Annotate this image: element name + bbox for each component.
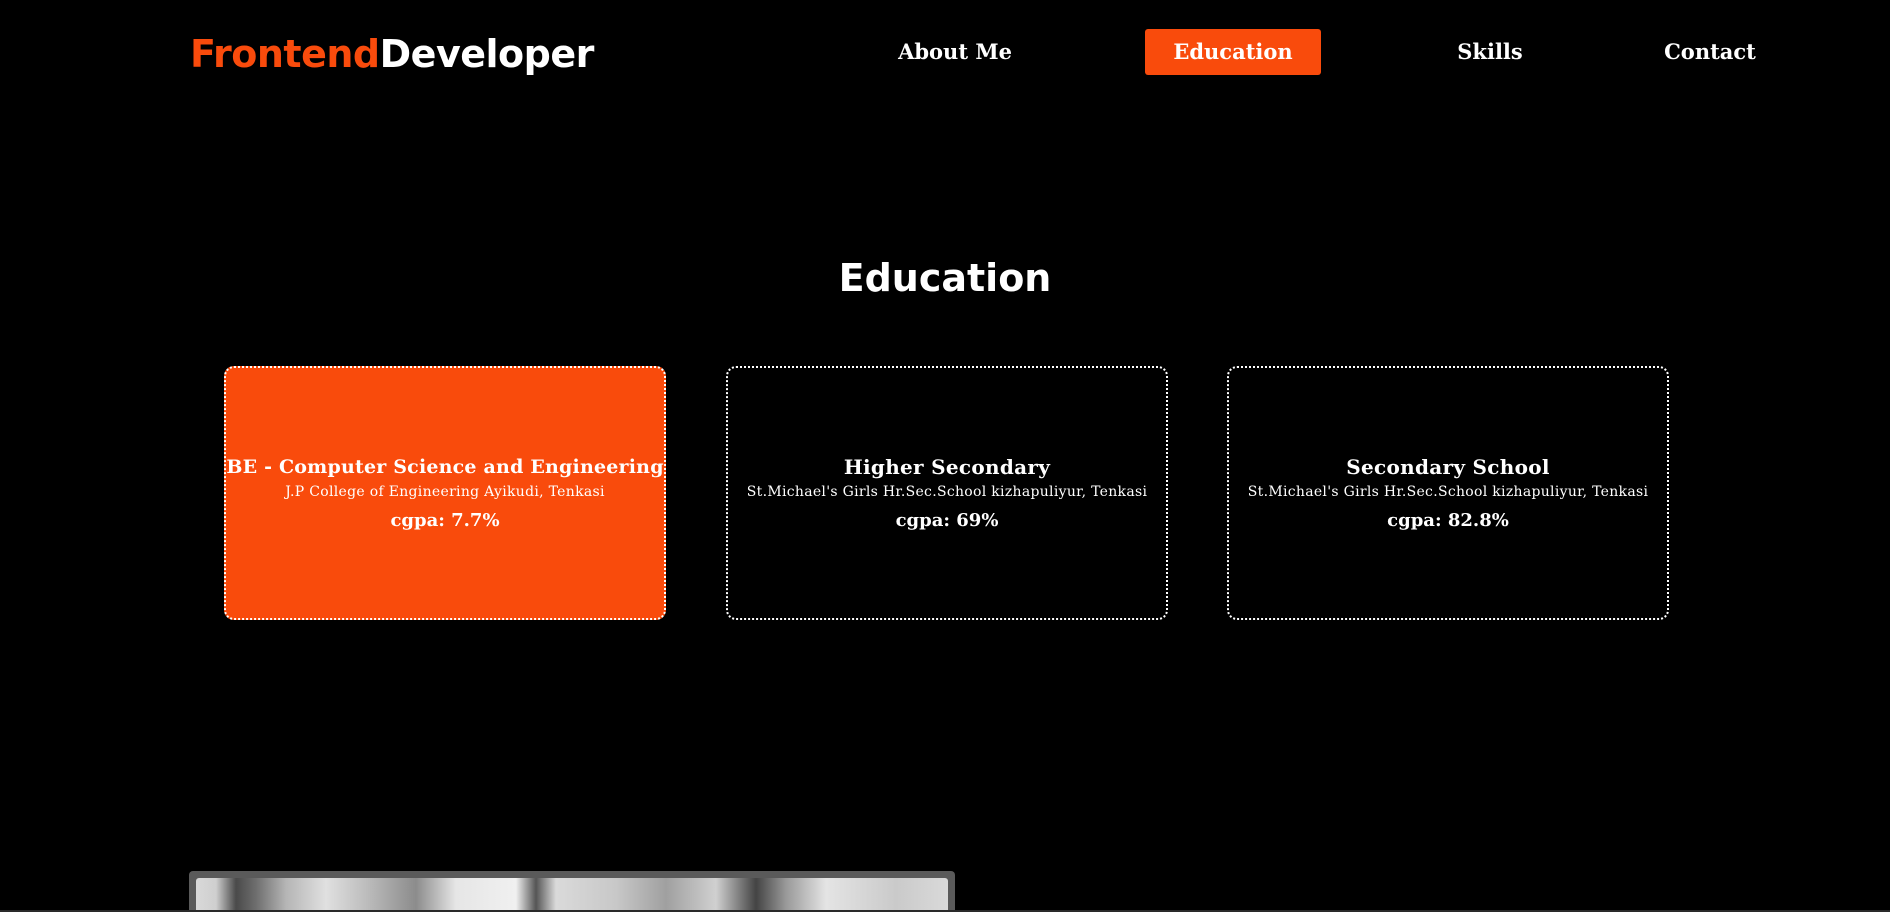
education-card-be[interactable]: BE - Computer Science and Engineering J.… (224, 366, 666, 620)
education-card-secondary-school[interactable]: Secondary School St.Michael's Girls Hr.S… (1227, 366, 1669, 620)
nav-education[interactable]: Education (1145, 29, 1321, 75)
card-content: BE - Computer Science and Engineering J.… (226, 452, 664, 536)
card-institution: St.Michael's Girls Hr.Sec.School kizhapu… (746, 484, 1148, 500)
card-score: cgpa: 69% (895, 510, 999, 531)
education-section-title: Education (838, 256, 1052, 300)
nav-contact[interactable]: Contact (1640, 29, 1780, 75)
card-content: Secondary School St.Michael's Girls Hr.S… (1229, 452, 1667, 536)
site-header: FrontendDeveloper About Me Education Ski… (0, 0, 1890, 110)
nav-skills[interactable]: Skills (1440, 29, 1540, 75)
site-logo[interactable]: FrontendDeveloper (190, 26, 594, 82)
card-degree: Secondary School (1346, 455, 1550, 479)
card-score: cgpa: 82.8% (1387, 510, 1509, 531)
logo-developer-text: Developer (379, 32, 595, 76)
card-degree: BE - Computer Science and Engineering (226, 456, 664, 478)
card-institution: J.P College of Engineering Ayikudi, Tenk… (285, 484, 605, 500)
project-photo (196, 878, 948, 912)
card-institution: St.Michael's Girls Hr.Sec.School kizhapu… (1247, 484, 1649, 500)
education-card-higher-secondary[interactable]: Higher Secondary St.Michael's Girls Hr.S… (726, 366, 1168, 620)
project-image-frame (189, 871, 955, 912)
card-degree: Higher Secondary (843, 455, 1051, 479)
logo-frontend-text: Frontend (190, 32, 380, 76)
nav-about-me[interactable]: About Me (880, 29, 1030, 75)
card-content: Higher Secondary St.Michael's Girls Hr.S… (728, 452, 1166, 536)
card-score: cgpa: 7.7% (390, 510, 500, 531)
